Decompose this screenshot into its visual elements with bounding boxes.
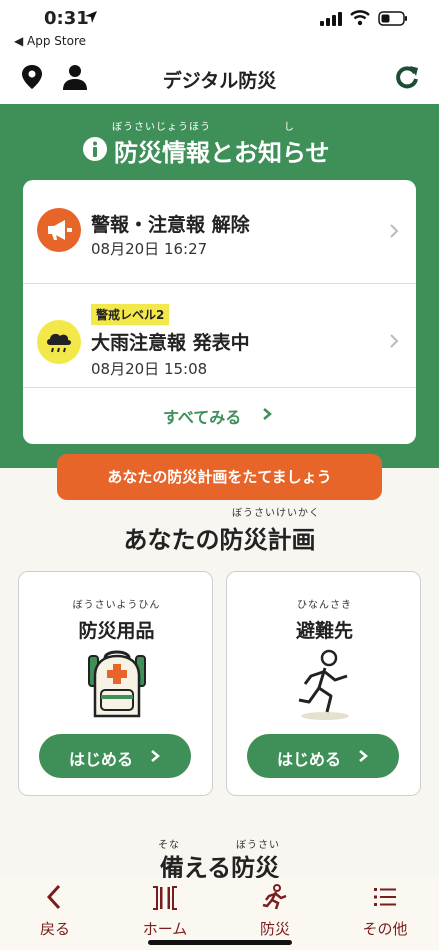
plan-card-ruby: ひなんさき <box>297 600 352 611</box>
back-to-app-store-link[interactable]: ◀ App Store <box>14 34 86 48</box>
plan-title-ruby: ぼうさいけいかく <box>232 508 320 519</box>
plan-banner: あなたの防災計画をたてましょう <box>57 454 382 500</box>
alert-date: 08月20日 15:08 <box>91 360 208 378</box>
tab-disaster-prevention[interactable]: 防災 <box>220 878 330 942</box>
tab-label: ホーム <box>142 920 188 938</box>
app-header: デジタル防災 <box>0 52 439 104</box>
start-button-label: はじめる <box>69 750 134 769</box>
back-chevron-icon <box>46 884 61 910</box>
chevron-right-icon <box>390 334 399 348</box>
refresh-icon[interactable] <box>394 64 420 90</box>
alert-icon-circle <box>37 208 81 252</box>
emergency-backpack-icon <box>88 650 146 718</box>
alert-date: 08月20日 16:27 <box>91 240 208 258</box>
running-person-icon <box>298 649 349 720</box>
chevron-right-icon <box>263 408 272 420</box>
app-title: デジタル防災 <box>162 70 277 92</box>
megaphone-icon <box>48 220 72 240</box>
chevron-right-icon <box>151 750 160 762</box>
chevron-right-icon <box>390 224 399 238</box>
home-icon <box>153 886 177 910</box>
alert-title: 警報・注意報 解除 <box>91 214 250 236</box>
alert-item-heavy-rain[interactable]: 警戒レベル2 大雨注意報 発表中 08月20日 15:08 <box>23 284 416 388</box>
location-arrow-icon <box>85 11 97 23</box>
alerts-card: 警報・注意報 解除 08月20日 16:27 警戒レベル2 大雨注意報 発表中 … <box>23 180 416 444</box>
plan-card-evacuation[interactable]: ひなんさき 避難先 はじめる <box>226 571 421 796</box>
plan-card-supplies[interactable]: ぼうさいようひん 防災用品 はじめる <box>18 571 213 796</box>
see-all-label: すべてみる <box>163 408 242 427</box>
info-title-ruby-shi: し <box>284 122 294 133</box>
menu-list-icon <box>374 888 396 906</box>
info-section-title: 防災情報とお知らせ <box>114 139 330 167</box>
wifi-icon <box>350 10 370 26</box>
cellular-signal-icon <box>320 12 342 26</box>
chevron-right-icon <box>359 750 368 762</box>
tab-back[interactable]: 戻る <box>0 878 110 942</box>
alert-title: 大雨注意報 発表中 <box>91 332 250 354</box>
status-bar: 0:31 ◀ App Store <box>0 0 439 52</box>
tab-label: 戻る <box>39 920 70 938</box>
plan-banner-label: あなたの防災計画をたてましょう <box>107 468 332 486</box>
info-title-ruby: ぼうさいじょうほう <box>112 122 211 133</box>
plan-card-ruby: ぼうさいようひん <box>72 600 161 611</box>
alert-icon-circle <box>37 320 81 364</box>
see-all-link[interactable]: すべてみる <box>23 388 416 444</box>
disaster-prevention-icon <box>262 884 287 910</box>
plan-card-title: 避難先 <box>295 620 353 642</box>
plan-card-title: 防災用品 <box>78 620 155 642</box>
start-supplies-button[interactable]: はじめる <box>39 734 191 778</box>
status-time: 0:31 <box>44 8 89 29</box>
tab-label: 防災 <box>259 920 290 938</box>
tab-home[interactable]: ホーム <box>110 878 220 942</box>
rain-cloud-icon <box>47 333 71 353</box>
warning-level-badge: 警戒レベル2 <box>91 304 170 325</box>
tab-label: その他 <box>362 920 408 938</box>
start-button-label: はじめる <box>277 750 342 769</box>
start-evacuation-button[interactable]: はじめる <box>247 734 399 778</box>
alert-item-warning-cleared[interactable]: 警報・注意報 解除 08月20日 16:27 <box>23 180 416 284</box>
plan-section-title: あなたの防災計画 <box>123 526 316 554</box>
battery-icon <box>378 11 407 26</box>
home-indicator <box>148 940 292 945</box>
tab-other[interactable]: その他 <box>330 878 439 942</box>
info-icon <box>83 137 107 161</box>
